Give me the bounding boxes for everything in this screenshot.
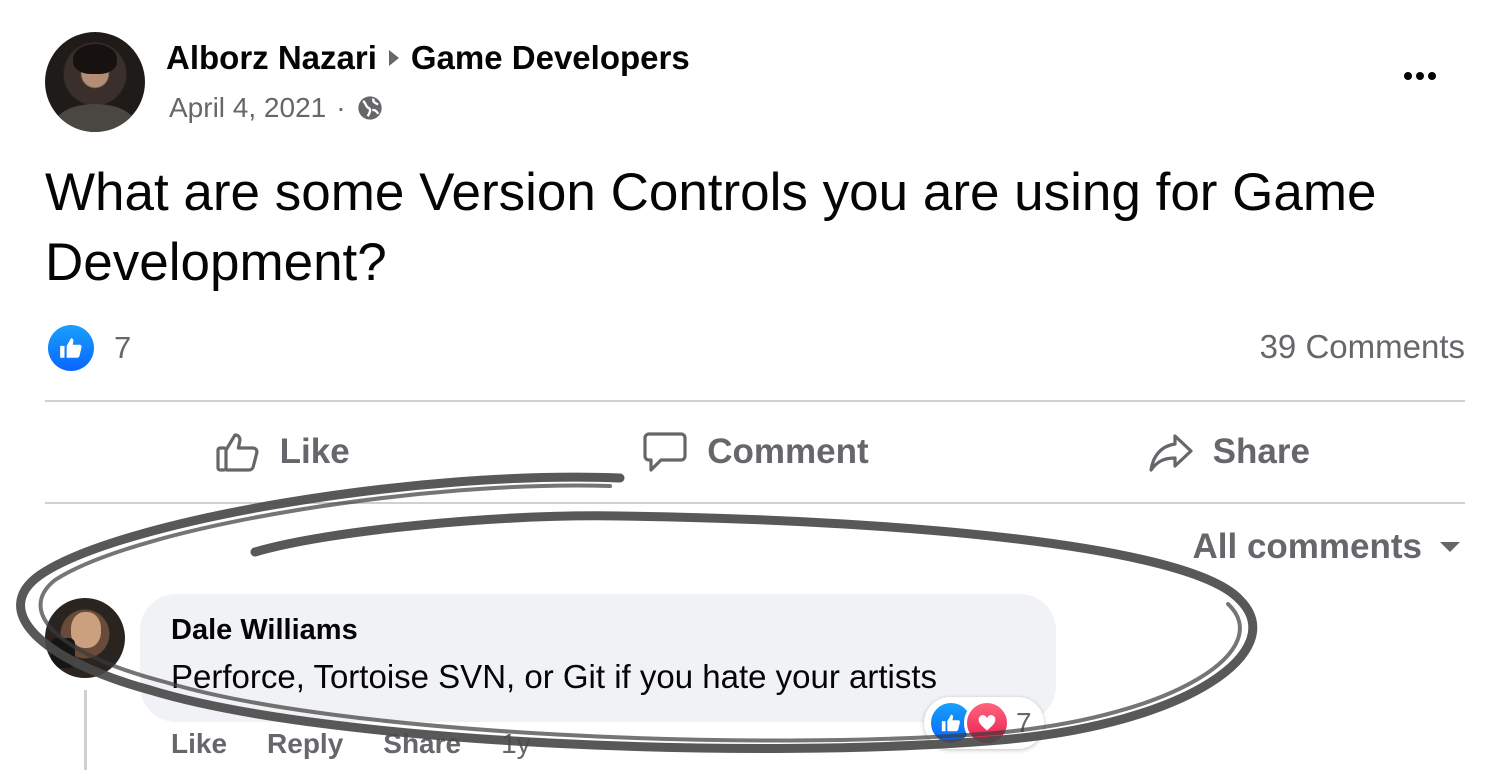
meta-separator: ·	[336, 92, 346, 123]
commenter-avatar[interactable]	[45, 598, 125, 678]
post-actions-bar: Like Comment Share	[45, 404, 1465, 500]
post-header-title: Alborz Nazari Game Developers	[166, 36, 690, 80]
group-name[interactable]: Game Developers	[411, 39, 690, 77]
share-button[interactable]: Share	[992, 404, 1465, 500]
comment-like-link[interactable]: Like	[171, 728, 227, 760]
thumbs-up-icon	[214, 428, 262, 476]
speech-bubble-icon	[641, 428, 689, 476]
share-arrow-icon	[1147, 428, 1195, 476]
commenter-name[interactable]: Dale Williams	[171, 614, 358, 647]
post-meta: April 4, 2021 ·	[169, 88, 384, 128]
dot	[1428, 72, 1436, 80]
avatar-hair	[73, 44, 117, 74]
avatar-microphone	[51, 638, 75, 668]
chevron-down-icon	[1440, 542, 1460, 552]
divider	[45, 502, 1465, 504]
reactions-summary[interactable]: 7	[48, 325, 131, 371]
comment-button[interactable]: Comment	[518, 404, 991, 500]
comment-reactions[interactable]: 7	[924, 697, 1044, 749]
more-options-icon[interactable]	[1398, 58, 1442, 94]
avatar-shoulders	[55, 104, 135, 132]
post-date[interactable]: April 4, 2021	[169, 92, 326, 124]
globe-icon	[356, 94, 384, 122]
share-label: Share	[1212, 432, 1310, 471]
comment-filter-dropdown[interactable]: All comments	[1192, 527, 1460, 567]
love-icon	[964, 700, 1010, 746]
dot	[1404, 72, 1412, 80]
reaction-count: 7	[114, 330, 132, 365]
author-avatar[interactable]	[45, 32, 145, 132]
caret-right-icon	[388, 50, 399, 66]
comment-timestamp[interactable]: 1y	[501, 728, 531, 760]
comment-share-link[interactable]: Share	[383, 728, 461, 760]
comment-reaction-count: 7	[1016, 707, 1032, 738]
reply-thread-line	[84, 690, 87, 770]
comment-text: Perforce, Tortoise SVN, or Git if you ha…	[171, 658, 938, 695]
comment-label: Comment	[707, 432, 869, 471]
dot	[1416, 72, 1424, 80]
filter-label: All comments	[1192, 527, 1423, 566]
avatar-face	[71, 612, 101, 648]
divider	[45, 400, 1465, 402]
comment-reply-link[interactable]: Reply	[267, 728, 343, 760]
post-text: What are some Version Controls you are u…	[45, 163, 1377, 292]
comment-actions: Like Reply Share 1y	[171, 728, 531, 760]
like-icon	[48, 325, 94, 371]
like-label: Like	[279, 432, 350, 471]
comments-count[interactable]: 39 Comments	[1260, 328, 1465, 366]
post-card: Alborz Nazari Game Developers April 4, 2…	[0, 0, 1505, 770]
like-button[interactable]: Like	[45, 404, 518, 500]
author-name[interactable]: Alborz Nazari	[166, 39, 377, 77]
